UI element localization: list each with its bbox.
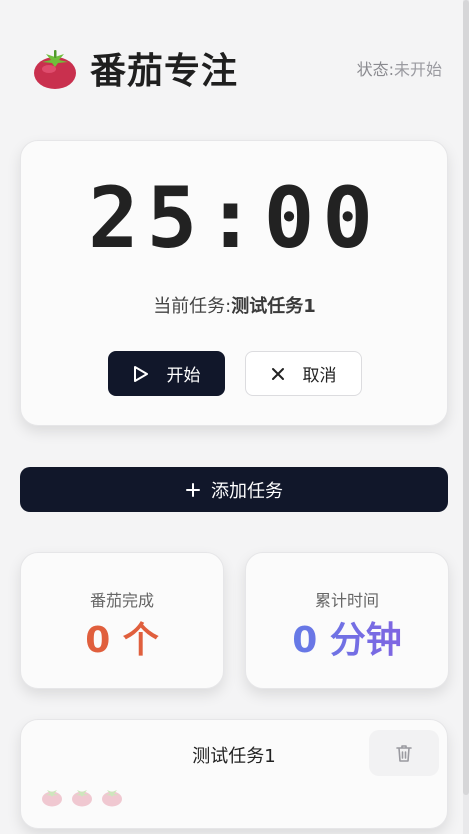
mini-tomato-icon [72, 790, 92, 807]
status-value: 未开始 [393, 60, 442, 79]
app-title: 番茄专注 [90, 51, 239, 92]
mini-tomato-icon [102, 790, 122, 807]
completed-stat-value: 0 个 [85, 620, 159, 661]
start-button-label: 开始 [166, 366, 201, 386]
cancel-button[interactable]: 取消 [245, 351, 362, 396]
time-stat-label: 累计时间 [314, 591, 379, 610]
delete-task-button[interactable] [369, 730, 439, 776]
current-task-name: 测试任务1 [231, 296, 316, 317]
task-item[interactable]: 测试任务1 [20, 719, 448, 829]
timer-display: 25:00 [88, 169, 381, 267]
add-task-button[interactable]: 添加任务 [20, 467, 448, 512]
mini-tomato-icon [42, 790, 62, 807]
cancel-button-label: 取消 [302, 366, 337, 386]
page-scrollbar[interactable] [463, 0, 469, 834]
current-task: 当前任务:测试任务1 [0, 292, 469, 318]
current-task-label: 当前任务: [153, 296, 232, 317]
status-indicator: 状态:未开始 [357, 56, 442, 80]
status-label: 状态: [356, 60, 394, 79]
time-stat-card: 累计时间 0 分钟 [245, 552, 449, 689]
close-icon [271, 367, 284, 380]
add-task-label: 添加任务 [211, 480, 283, 502]
play-icon [133, 365, 148, 382]
completed-stat-card: 番茄完成 0 个 [20, 552, 224, 689]
brand: 番茄专注 [32, 42, 238, 94]
pomodoro-estimate [41, 786, 123, 808]
trash-icon [396, 745, 412, 762]
start-button[interactable]: 开始 [108, 351, 225, 396]
plus-icon [186, 482, 200, 497]
scrollbar-thumb[interactable] [463, 0, 469, 795]
app-header: 番茄专注 状态:未开始 [32, 44, 442, 92]
time-stat-value: 0 分钟 [246, 611, 448, 663]
tomato-icon [34, 50, 76, 89]
completed-stat-label: 番茄完成 [89, 591, 154, 610]
